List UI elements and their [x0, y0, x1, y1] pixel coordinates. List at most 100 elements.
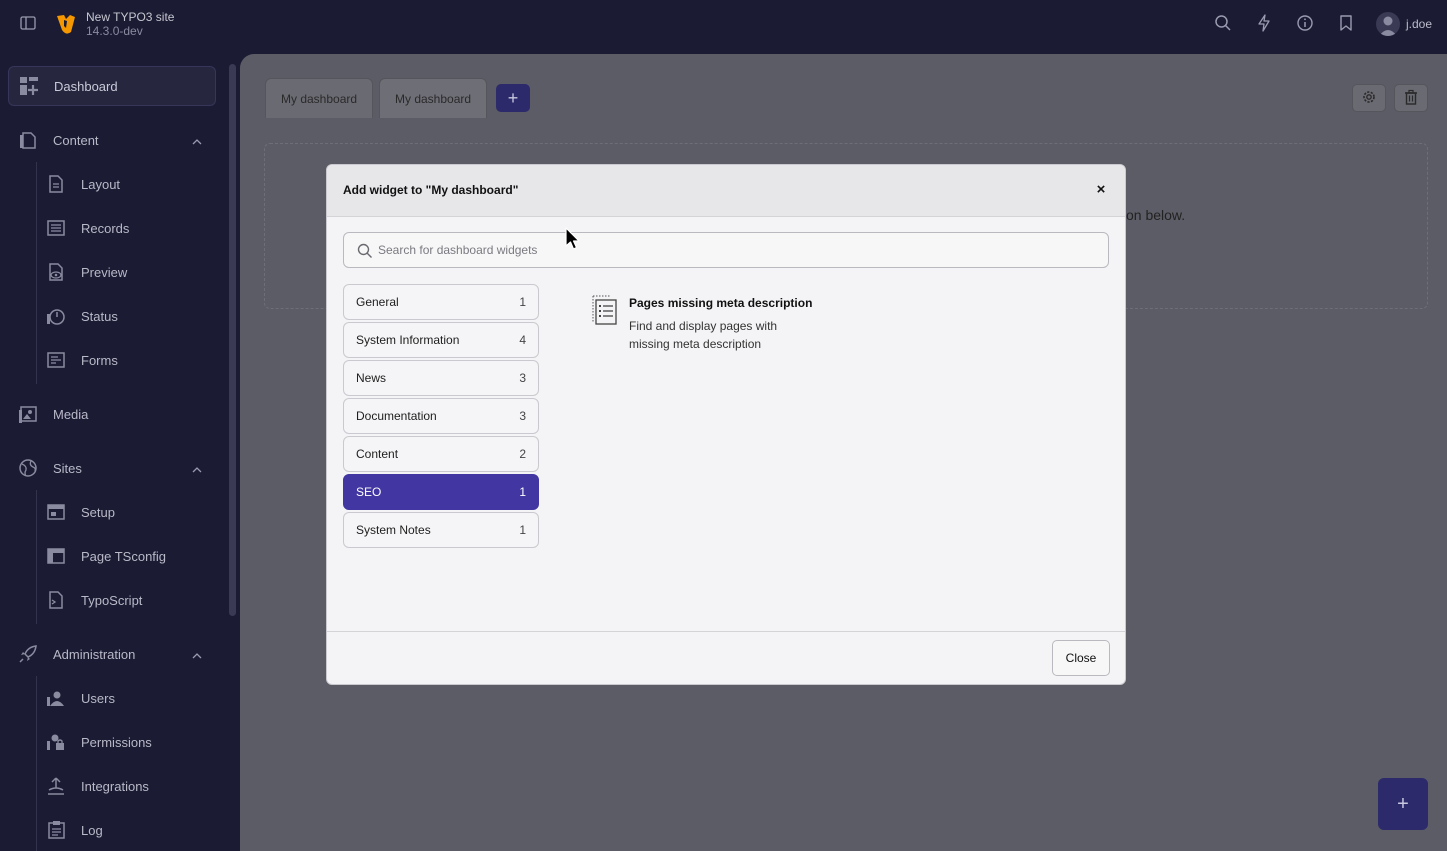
- search-icon: [357, 243, 373, 259]
- sidebar-item-label: Users: [81, 690, 115, 706]
- sidebar-item-preview[interactable]: Preview: [36, 252, 216, 292]
- chevron-up-icon[interactable]: [192, 135, 202, 145]
- dashboard-icon: [19, 76, 39, 96]
- category-count: 2: [519, 447, 526, 461]
- sidebar-item-permissions[interactable]: Permissions: [36, 722, 216, 762]
- modal-header: Add widget to "My dashboard" ×: [327, 165, 1125, 217]
- users-icon: [46, 688, 66, 708]
- category-label: News: [356, 371, 387, 385]
- sidebar-item-label: TypoScript: [81, 592, 143, 608]
- permissions-icon: [46, 732, 66, 752]
- sidebar-item-integrations[interactable]: Integrations: [36, 766, 216, 806]
- widget-item-pages-missing-meta[interactable]: Pages missing meta description Find and …: [589, 293, 849, 357]
- category-news[interactable]: News 3: [343, 360, 539, 396]
- sidebar-item-typoscript[interactable]: TypoScript: [36, 580, 216, 620]
- category-count: 1: [519, 485, 526, 499]
- sidebar-item-media[interactable]: Media: [8, 394, 216, 434]
- sidebar-item-label: Layout: [81, 176, 121, 192]
- sidebar-item-label: Administration: [53, 646, 136, 662]
- flash-icon[interactable]: [1255, 14, 1273, 32]
- status-icon: [46, 306, 66, 326]
- sidebar-item-label: Setup: [81, 504, 115, 520]
- mouse-cursor-icon: [565, 227, 583, 251]
- close-button[interactable]: Close: [1052, 640, 1110, 676]
- sidebar-item-records[interactable]: Records: [36, 208, 216, 248]
- sidebar-item-users[interactable]: Users: [36, 678, 216, 718]
- site-version: 14.3.0-dev: [86, 24, 143, 38]
- trash-icon: [1403, 89, 1419, 108]
- sidebar-item-dashboard[interactable]: Dashboard: [8, 66, 216, 106]
- integrations-icon: [46, 776, 66, 796]
- modal-title: Add widget to "My dashboard": [343, 183, 519, 197]
- sites-icon: [18, 458, 38, 478]
- category-system-notes[interactable]: System Notes 1: [343, 512, 539, 548]
- tab-my-dashboard-2[interactable]: My dashboard: [379, 78, 488, 118]
- chevron-up-icon[interactable]: [192, 649, 202, 659]
- log-icon: [46, 820, 66, 840]
- sidebar-item-label: Media: [53, 406, 89, 422]
- category-label: General: [356, 295, 399, 309]
- layout-icon: [46, 174, 66, 194]
- chevron-up-icon[interactable]: [192, 463, 202, 473]
- sidebar-item-status[interactable]: Status: [36, 296, 216, 336]
- typo3-logo[interactable]: [54, 12, 78, 36]
- sidebar-item-label: Forms: [81, 352, 118, 368]
- widget-search[interactable]: [343, 232, 1109, 268]
- search-input[interactable]: [378, 234, 1078, 266]
- category-count: 4: [519, 333, 526, 347]
- setup-icon: [46, 502, 66, 522]
- category-content[interactable]: Content 2: [343, 436, 539, 472]
- sidebar-item-label: Page TSconfig: [81, 548, 167, 564]
- add-widget-modal: Add widget to "My dashboard" × General 1…: [326, 164, 1126, 685]
- empty-dashboard-hint: on below.: [1126, 207, 1186, 223]
- category-documentation[interactable]: Documentation 3: [343, 398, 539, 434]
- top-bar: New TYPO3 site 14.3.0-dev j.doe: [0, 0, 1447, 54]
- sidebar-item-label: Dashboard: [54, 78, 118, 94]
- sidebar-item-log[interactable]: Log: [36, 810, 216, 850]
- media-icon: [18, 404, 38, 424]
- category-general[interactable]: General 1: [343, 284, 539, 320]
- module-sidebar: Dashboard Content Layout Records Preview…: [0, 54, 240, 851]
- category-label: SEO: [356, 485, 382, 499]
- page-tsconfig-icon: [46, 546, 66, 566]
- site-name[interactable]: New TYPO3 site: [86, 10, 174, 24]
- category-label: System Notes: [356, 523, 431, 537]
- modal-footer: Close: [327, 631, 1125, 684]
- widget-title: Pages missing meta description: [629, 296, 813, 310]
- sidebar-item-setup[interactable]: Setup: [36, 492, 216, 532]
- category-system-information[interactable]: System Information 4: [343, 322, 539, 358]
- sidebar-toggle-icon[interactable]: [20, 16, 36, 30]
- sidebar-item-label: Status: [81, 308, 118, 324]
- close-icon[interactable]: ×: [1093, 182, 1109, 198]
- sidebar-item-label: Permissions: [81, 734, 152, 750]
- sidebar-item-label: Content: [53, 132, 99, 148]
- sidebar-item-page-tsconfig[interactable]: Page TSconfig: [36, 536, 216, 576]
- sidebar-item-sites[interactable]: Sites: [8, 448, 216, 488]
- sidebar-item-content[interactable]: Content: [8, 120, 216, 160]
- category-label: Documentation: [356, 409, 437, 423]
- forms-icon: [46, 350, 66, 370]
- search-icon[interactable]: [1214, 14, 1232, 32]
- sidebar-item-forms[interactable]: Forms: [36, 340, 216, 380]
- delete-dashboard-button[interactable]: [1394, 84, 1428, 112]
- sidebar-item-administration[interactable]: Administration: [8, 634, 216, 674]
- preview-icon: [46, 262, 66, 282]
- gear-icon: [1361, 89, 1377, 108]
- content-icon: [18, 130, 38, 150]
- add-widget-fab[interactable]: +: [1378, 778, 1428, 830]
- dashboard-settings-button[interactable]: [1352, 84, 1386, 112]
- records-icon: [46, 218, 66, 238]
- sidebar-scrollbar[interactable]: [229, 64, 236, 616]
- category-count: 1: [519, 295, 526, 309]
- typoscript-icon: [46, 590, 66, 610]
- bookmark-icon[interactable]: [1337, 14, 1355, 32]
- username: j.doe: [1406, 17, 1433, 31]
- add-dashboard-button[interactable]: +: [496, 84, 530, 112]
- category-seo[interactable]: SEO 1: [343, 474, 539, 510]
- tab-my-dashboard-1[interactable]: My dashboard: [265, 78, 374, 118]
- user-menu[interactable]: j.doe: [1376, 11, 1432, 37]
- sidebar-item-layout[interactable]: Layout: [36, 164, 216, 204]
- info-icon[interactable]: [1296, 14, 1314, 32]
- category-label: System Information: [356, 333, 460, 347]
- user-avatar-icon: [1376, 12, 1400, 36]
